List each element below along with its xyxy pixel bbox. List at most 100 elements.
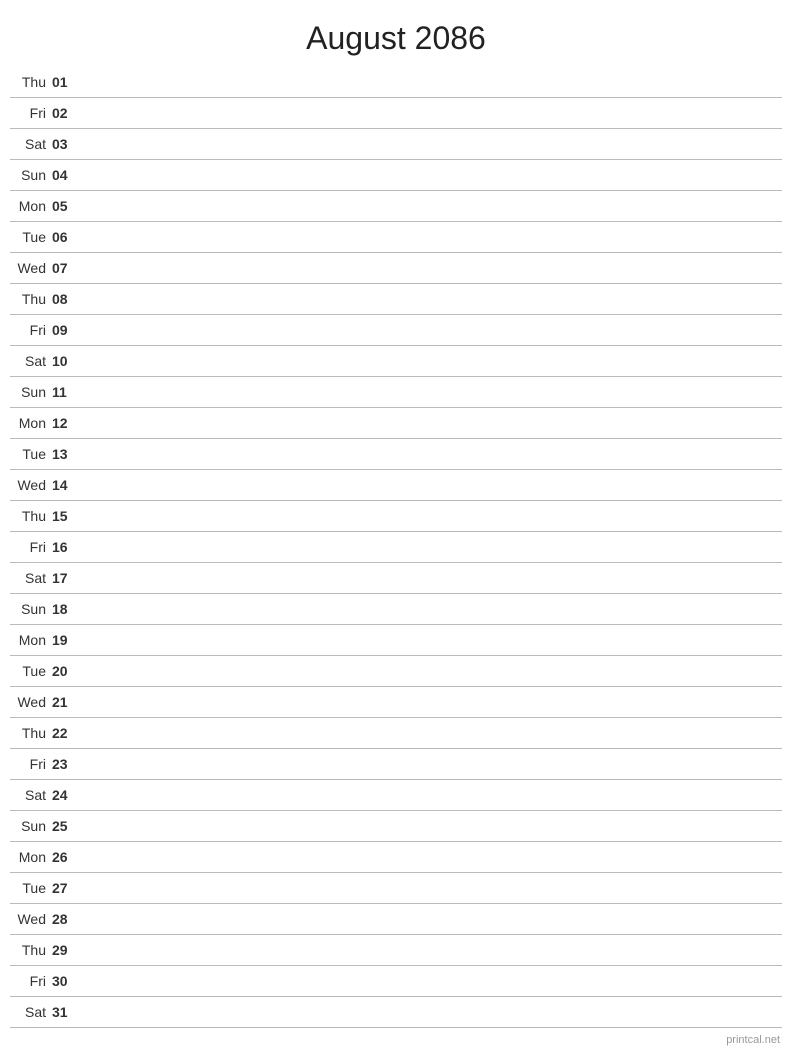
day-name: Fri: [10, 973, 52, 989]
day-line: [80, 578, 782, 579]
calendar-row: Wed07: [10, 253, 782, 284]
day-number: 31: [52, 1004, 80, 1020]
day-name: Thu: [10, 291, 52, 307]
day-line: [80, 113, 782, 114]
day-line: [80, 516, 782, 517]
day-number: 11: [52, 384, 80, 400]
day-number: 01: [52, 74, 80, 90]
day-name: Mon: [10, 198, 52, 214]
day-line: [80, 392, 782, 393]
calendar-row: Wed28: [10, 904, 782, 935]
day-line: [80, 454, 782, 455]
day-name: Sat: [10, 1004, 52, 1020]
day-name: Sat: [10, 353, 52, 369]
calendar-row: Thu22: [10, 718, 782, 749]
calendar-row: Tue06: [10, 222, 782, 253]
calendar-row: Sat31: [10, 997, 782, 1028]
day-line: [80, 609, 782, 610]
day-name: Tue: [10, 880, 52, 896]
day-number: 14: [52, 477, 80, 493]
day-number: 24: [52, 787, 80, 803]
day-number: 23: [52, 756, 80, 772]
calendar-row: Fri09: [10, 315, 782, 346]
day-name: Wed: [10, 911, 52, 927]
calendar-row: Mon19: [10, 625, 782, 656]
day-line: [80, 423, 782, 424]
day-line: [80, 175, 782, 176]
day-line: [80, 330, 782, 331]
day-number: 19: [52, 632, 80, 648]
calendar-row: Fri23: [10, 749, 782, 780]
day-line: [80, 206, 782, 207]
day-name: Fri: [10, 322, 52, 338]
day-number: 09: [52, 322, 80, 338]
calendar-row: Sun18: [10, 594, 782, 625]
day-number: 07: [52, 260, 80, 276]
day-number: 16: [52, 539, 80, 555]
calendar-row: Sun25: [10, 811, 782, 842]
day-name: Tue: [10, 663, 52, 679]
calendar-row: Fri16: [10, 532, 782, 563]
day-line: [80, 671, 782, 672]
day-number: 08: [52, 291, 80, 307]
day-number: 27: [52, 880, 80, 896]
calendar-row: Sun11: [10, 377, 782, 408]
day-name: Mon: [10, 415, 52, 431]
day-number: 21: [52, 694, 80, 710]
day-number: 25: [52, 818, 80, 834]
calendar-row: Wed21: [10, 687, 782, 718]
day-number: 02: [52, 105, 80, 121]
day-name: Tue: [10, 229, 52, 245]
day-line: [80, 857, 782, 858]
day-name: Sun: [10, 601, 52, 617]
calendar-row: Sat24: [10, 780, 782, 811]
day-line: [80, 764, 782, 765]
day-name: Mon: [10, 849, 52, 865]
calendar-row: Tue27: [10, 873, 782, 904]
calendar-row: Wed14: [10, 470, 782, 501]
day-line: [80, 237, 782, 238]
day-name: Wed: [10, 260, 52, 276]
calendar-row: Mon12: [10, 408, 782, 439]
day-line: [80, 919, 782, 920]
day-number: 03: [52, 136, 80, 152]
day-number: 30: [52, 973, 80, 989]
day-name: Thu: [10, 508, 52, 524]
day-number: 04: [52, 167, 80, 183]
day-name: Fri: [10, 539, 52, 555]
day-number: 18: [52, 601, 80, 617]
calendar-grid: Thu01Fri02Sat03Sun04Mon05Tue06Wed07Thu08…: [0, 67, 792, 1028]
calendar-row: Thu01: [10, 67, 782, 98]
calendar-row: Thu08: [10, 284, 782, 315]
day-line: [80, 795, 782, 796]
day-line: [80, 268, 782, 269]
day-name: Thu: [10, 74, 52, 90]
calendar-row: Tue13: [10, 439, 782, 470]
day-number: 12: [52, 415, 80, 431]
day-name: Fri: [10, 756, 52, 772]
day-number: 17: [52, 570, 80, 586]
day-line: [80, 485, 782, 486]
day-line: [80, 826, 782, 827]
day-line: [80, 144, 782, 145]
calendar-row: Sat10: [10, 346, 782, 377]
calendar-row: Thu15: [10, 501, 782, 532]
day-name: Sun: [10, 384, 52, 400]
day-line: [80, 981, 782, 982]
day-line: [80, 702, 782, 703]
day-number: 15: [52, 508, 80, 524]
calendar-row: Mon26: [10, 842, 782, 873]
day-line: [80, 733, 782, 734]
day-line: [80, 82, 782, 83]
day-number: 29: [52, 942, 80, 958]
day-number: 06: [52, 229, 80, 245]
watermark: printcal.net: [726, 1034, 780, 1046]
day-line: [80, 361, 782, 362]
day-name: Thu: [10, 725, 52, 741]
day-name: Fri: [10, 105, 52, 121]
page-title: August 2086: [0, 0, 792, 67]
calendar-row: Fri02: [10, 98, 782, 129]
calendar-row: Fri30: [10, 966, 782, 997]
day-line: [80, 1012, 782, 1013]
day-number: 13: [52, 446, 80, 462]
